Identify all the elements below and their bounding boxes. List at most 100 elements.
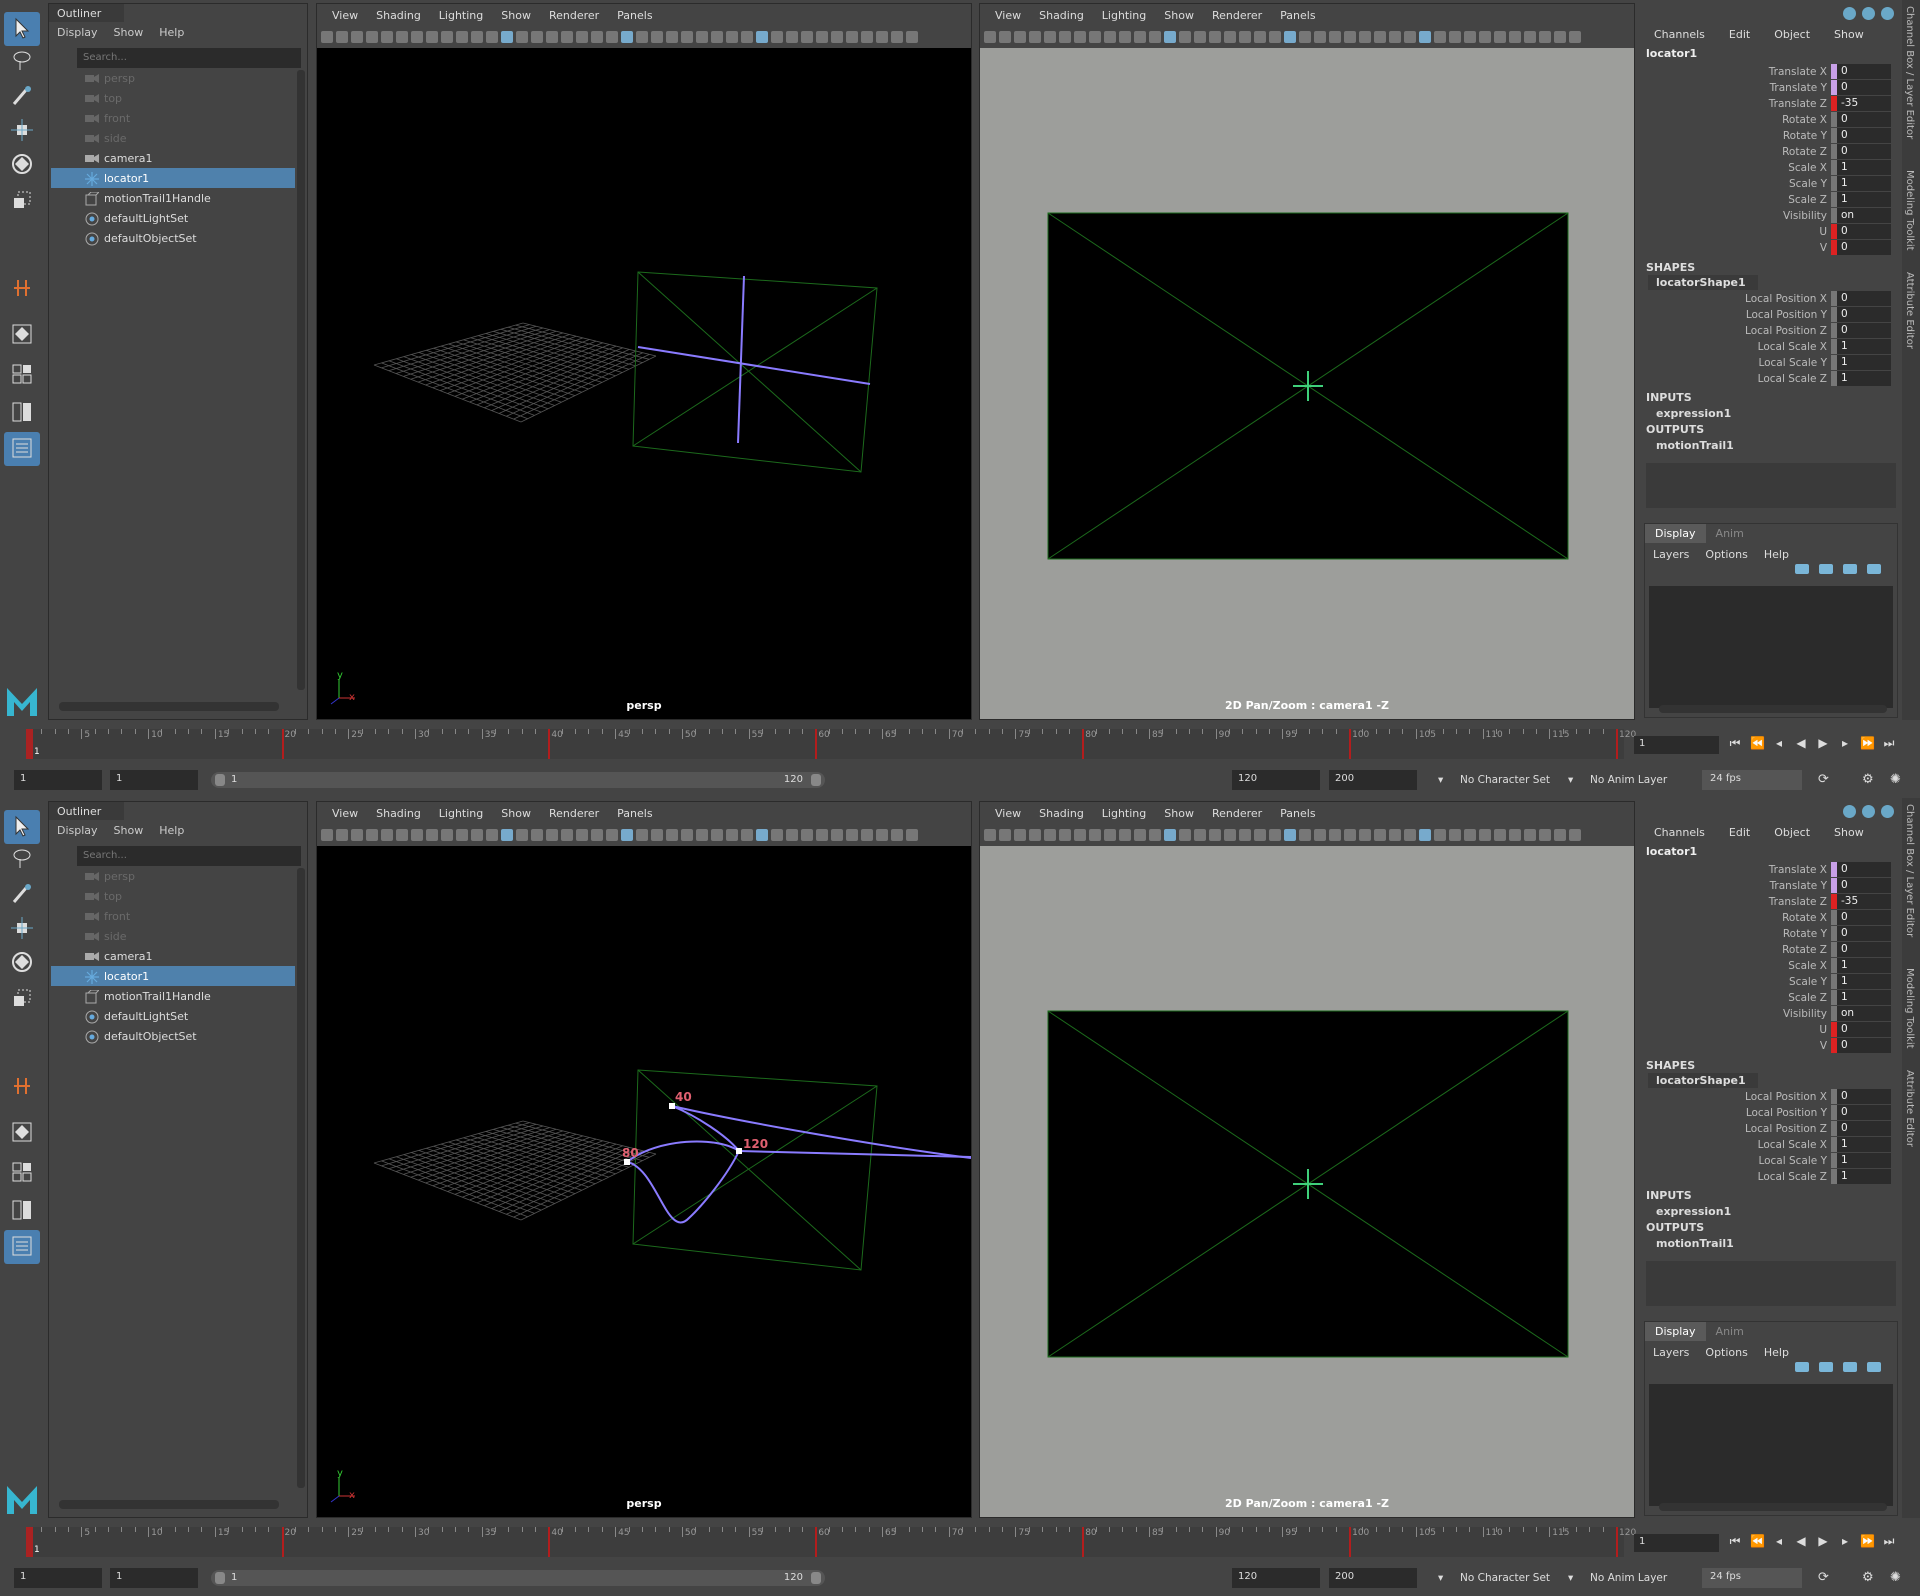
- paint-tool-button[interactable]: [4, 878, 40, 912]
- viewport-tool-icon[interactable]: [411, 829, 423, 841]
- viewport-tool-icon[interactable]: [1509, 31, 1521, 43]
- node-icon[interactable]: [1843, 805, 1856, 818]
- viewport-tool-icon[interactable]: [1269, 829, 1281, 841]
- viewport-menu-panels[interactable]: Panels: [608, 802, 661, 824]
- viewport-tool-icon[interactable]: [861, 31, 873, 43]
- side-tab-channel-box[interactable]: Channel Box / Layer Editor: [1904, 6, 1915, 139]
- viewport-tool-icon[interactable]: [501, 31, 513, 43]
- current-frame-field[interactable]: 1: [1634, 1534, 1719, 1552]
- channel-attr-rotate-y[interactable]: Rotate Y 0: [1642, 926, 1900, 942]
- channel-attr-translate-y[interactable]: Translate Y 0: [1642, 80, 1900, 96]
- rotate-tool-button[interactable]: [4, 148, 40, 182]
- chevron-down-icon[interactable]: ▾: [1568, 774, 1573, 786]
- viewport-tool-icon[interactable]: [1449, 829, 1461, 841]
- viewport-tool-icon[interactable]: [1269, 31, 1281, 43]
- attr-value-field[interactable]: 1: [1831, 355, 1891, 370]
- viewport-tool-icon[interactable]: [1284, 31, 1296, 43]
- viewport-tool-icon[interactable]: [1089, 829, 1101, 841]
- step-forward-key-icon[interactable]: ⏩: [1860, 1534, 1875, 1548]
- viewport-tool-icon[interactable]: [786, 829, 798, 841]
- move-tool-button[interactable]: [4, 912, 40, 946]
- viewport-menu-view[interactable]: View: [323, 802, 367, 824]
- channel-attr-u[interactable]: U0: [1642, 1022, 1900, 1038]
- camera-viewport[interactable]: View Shading Lighting Show Renderer Panels 2D…: [979, 801, 1635, 1518]
- pivot-tool-button[interactable]: [4, 272, 40, 306]
- viewport-menu-lighting[interactable]: Lighting: [1093, 802, 1155, 824]
- outliner-item-top[interactable]: top: [51, 88, 295, 108]
- viewport-menu-renderer[interactable]: Renderer: [540, 4, 608, 26]
- viewport-tool-icon[interactable]: [1089, 31, 1101, 43]
- viewport-tool-icon[interactable]: [1419, 829, 1431, 841]
- animation-start-field[interactable]: 1: [14, 1568, 102, 1588]
- viewport-menu-lighting[interactable]: Lighting: [430, 802, 492, 824]
- viewport-tool-icon[interactable]: [1359, 31, 1371, 43]
- keyframe-marker[interactable]: [1616, 729, 1618, 759]
- viewport-tool-icon[interactable]: [1389, 829, 1401, 841]
- shape-attr-local-position-y[interactable]: Local Position Y 0: [1642, 307, 1900, 323]
- shape-name[interactable]: locatorShape1: [1648, 275, 1758, 290]
- viewport-tool-icon[interactable]: [1344, 829, 1356, 841]
- viewport-tool-icon[interactable]: [876, 829, 888, 841]
- outliner-search-input[interactable]: Search...: [77, 48, 301, 68]
- two-view-button[interactable]: [4, 1194, 40, 1228]
- viewport-tool-icon[interactable]: [1059, 31, 1071, 43]
- keyframe-marker[interactable]: [548, 1527, 551, 1557]
- four-view-button[interactable]: [4, 358, 40, 392]
- animation-end-field[interactable]: 200: [1329, 770, 1417, 790]
- viewport-tool-icon[interactable]: [711, 31, 723, 43]
- viewport-tool-icon[interactable]: [771, 829, 783, 841]
- viewport-tool-icon[interactable]: [651, 31, 663, 43]
- lasso-tool-button[interactable]: [4, 843, 40, 877]
- channel-attr-translate-x[interactable]: Translate X 0: [1642, 862, 1900, 878]
- viewport-menu-panels[interactable]: Panels: [608, 4, 661, 26]
- outliner-search-input[interactable]: Search...: [77, 846, 301, 866]
- viewport-tool-icon[interactable]: [321, 829, 333, 841]
- channel-attr-translate-x[interactable]: Translate X 0: [1642, 64, 1900, 80]
- viewport-tool-icon[interactable]: [1164, 31, 1176, 43]
- camera-viewport[interactable]: View Shading Lighting Show Renderer Panels 2D…: [979, 3, 1635, 720]
- channel-attr-rotate-x[interactable]: Rotate X 0: [1642, 910, 1900, 926]
- chevron-down-icon[interactable]: ▾: [1438, 774, 1443, 786]
- viewport-tool-icon[interactable]: [1104, 829, 1116, 841]
- attr-value-field[interactable]: -35: [1831, 894, 1891, 909]
- viewport-tool-icon[interactable]: [1299, 829, 1311, 841]
- shape-attr-local-position-y[interactable]: Local Position Y 0: [1642, 1105, 1900, 1121]
- viewport-tool-icon[interactable]: [1209, 829, 1221, 841]
- viewport-tool-icon[interactable]: [456, 829, 468, 841]
- playback-end-field[interactable]: 120: [1232, 770, 1320, 790]
- attr-value-field[interactable]: 0: [1831, 1105, 1891, 1120]
- persp-viewport[interactable]: View Shading Lighting Show Renderer Panels y …: [316, 3, 972, 720]
- channel-attr-visibility[interactable]: Visibility on: [1642, 1006, 1900, 1022]
- viewport-tool-icon[interactable]: [1224, 829, 1236, 841]
- attr-value-field[interactable]: 0: [1831, 1022, 1891, 1037]
- outliner-item-front[interactable]: front: [51, 108, 295, 128]
- viewport-menu-renderer[interactable]: Renderer: [540, 802, 608, 824]
- viewport-tool-icon[interactable]: [1464, 31, 1476, 43]
- channel-attr-translate-y[interactable]: Translate Y 0: [1642, 878, 1900, 894]
- viewport-tool-icon[interactable]: [486, 829, 498, 841]
- scale-tool-button[interactable]: [4, 982, 40, 1016]
- viewport-tool-icon[interactable]: [381, 31, 393, 43]
- viewport-tool-icon[interactable]: [441, 829, 453, 841]
- keyframe-marker[interactable]: [548, 729, 551, 759]
- outliner-h-scrollbar[interactable]: [59, 702, 279, 711]
- keyframe-marker[interactable]: [281, 1527, 284, 1557]
- viewport-tool-icon[interactable]: [1299, 31, 1311, 43]
- refresh-icon[interactable]: [1862, 805, 1875, 818]
- viewport-tool-icon[interactable]: [711, 829, 723, 841]
- outliner-menu-show[interactable]: Show: [106, 23, 152, 41]
- viewport-tool-icon[interactable]: [984, 31, 996, 43]
- viewport-tool-icon[interactable]: [1374, 829, 1386, 841]
- viewport-tool-icon[interactable]: [681, 829, 693, 841]
- viewport-tool-icon[interactable]: [1419, 31, 1431, 43]
- viewport-menu-lighting[interactable]: Lighting: [1093, 4, 1155, 26]
- key-settings-icon[interactable]: ⚙: [1862, 1570, 1878, 1586]
- channel-menu-channels[interactable]: Channels: [1642, 823, 1717, 842]
- move-layer-up-icon[interactable]: [1795, 564, 1809, 574]
- viewport-tool-icon[interactable]: [816, 31, 828, 43]
- viewport-tool-icon[interactable]: [1209, 31, 1221, 43]
- time-slider[interactable]: 5 10 15 20 25 30 35 40 45 50 55 60 65 70 75 80 85 90 95 100…: [0, 726, 1920, 760]
- keyframe-marker[interactable]: [1616, 1527, 1618, 1557]
- key-settings-icon[interactable]: ⚙: [1862, 772, 1878, 788]
- outliner-scrollbar[interactable]: [297, 70, 305, 690]
